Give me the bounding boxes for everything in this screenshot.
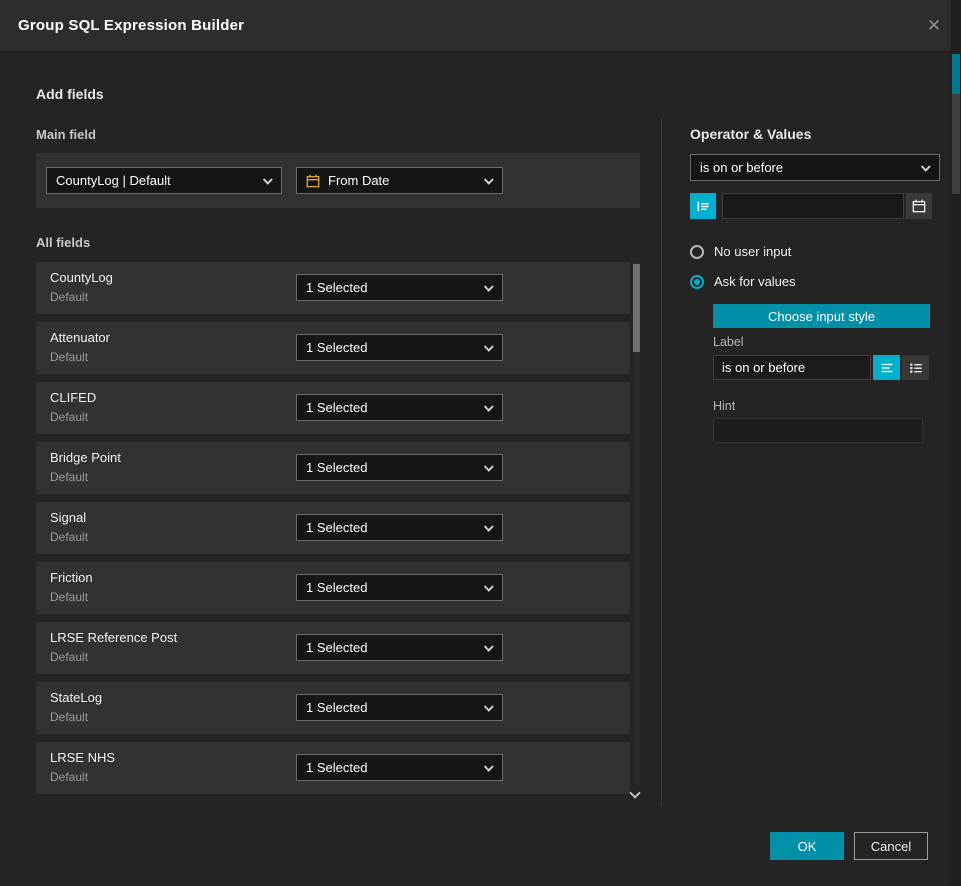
field-name: Friction bbox=[50, 570, 93, 585]
field-subtitle: Default bbox=[50, 410, 88, 424]
scroll-down-icon[interactable] bbox=[629, 787, 640, 798]
close-icon[interactable]: ✕ bbox=[921, 13, 947, 39]
field-values-select[interactable]: 1 Selected bbox=[296, 514, 503, 541]
field-name: Signal bbox=[50, 510, 86, 525]
field-values-select[interactable]: 1 Selected bbox=[296, 754, 503, 781]
field-row: Friction Default 1 Selected bbox=[36, 562, 630, 614]
list-scrollbar-thumb[interactable] bbox=[633, 264, 640, 352]
field-values-select[interactable]: 1 Selected bbox=[296, 694, 503, 721]
field-values-select[interactable]: 1 Selected bbox=[296, 334, 503, 361]
radio-label: Ask for values bbox=[714, 274, 796, 289]
dialog-header: Group SQL Expression Builder bbox=[0, 0, 961, 52]
field-values-select[interactable]: 1 Selected bbox=[296, 574, 503, 601]
chevron-down-icon bbox=[484, 642, 494, 652]
main-date-field-select-value: From Date bbox=[328, 173, 478, 188]
field-values-select[interactable]: 1 Selected bbox=[296, 394, 503, 421]
label-input[interactable] bbox=[713, 355, 871, 380]
calendar-icon bbox=[306, 174, 320, 188]
field-row: Signal Default 1 Selected bbox=[36, 502, 630, 554]
chevron-down-icon bbox=[921, 162, 931, 172]
chevron-down-icon bbox=[484, 762, 494, 772]
main-layer-select-value: CountyLog | Default bbox=[56, 173, 257, 188]
radio-ask-for-values[interactable]: Ask for values bbox=[690, 274, 796, 289]
list-style-button[interactable] bbox=[902, 355, 929, 380]
radio-circle-icon bbox=[690, 275, 704, 289]
field-subtitle: Default bbox=[50, 530, 88, 544]
ok-button[interactable]: OK bbox=[770, 832, 844, 860]
chevron-down-icon bbox=[484, 402, 494, 412]
cancel-button[interactable]: Cancel bbox=[854, 832, 928, 860]
date-picker-button[interactable] bbox=[906, 193, 932, 219]
field-values-select[interactable]: 1 Selected bbox=[296, 274, 503, 301]
field-subtitle: Default bbox=[50, 290, 88, 304]
chevron-down-icon bbox=[484, 282, 494, 292]
field-row: CLIFED Default 1 Selected bbox=[36, 382, 630, 434]
field-values-select[interactable]: 1 Selected bbox=[296, 634, 503, 661]
field-row: LRSE Reference Post Default 1 Selected bbox=[36, 622, 630, 674]
selected-count: 1 Selected bbox=[306, 700, 478, 715]
selected-count: 1 Selected bbox=[306, 460, 478, 475]
dialog-scrollbar-accent bbox=[952, 54, 960, 94]
field-row: Bridge Point Default 1 Selected bbox=[36, 442, 630, 494]
field-row: CountyLog Default 1 Selected bbox=[36, 262, 630, 314]
main-field-label: Main field bbox=[36, 127, 96, 142]
field-subtitle: Default bbox=[50, 590, 88, 604]
radio-circle-icon bbox=[690, 245, 704, 259]
operator-select[interactable]: is on or before bbox=[690, 154, 940, 181]
chevron-down-icon bbox=[484, 175, 494, 185]
main-date-field-select[interactable]: From Date bbox=[296, 167, 503, 194]
field-name: Bridge Point bbox=[50, 450, 121, 465]
field-subtitle: Default bbox=[50, 470, 88, 484]
radio-label: No user input bbox=[714, 244, 791, 259]
chevron-down-icon bbox=[484, 522, 494, 532]
field-name: CountyLog bbox=[50, 270, 113, 285]
selected-count: 1 Selected bbox=[306, 340, 478, 355]
field-name: LRSE Reference Post bbox=[50, 630, 177, 645]
chevron-down-icon bbox=[484, 582, 494, 592]
chevron-down-icon bbox=[484, 342, 494, 352]
field-row: StateLog Default 1 Selected bbox=[36, 682, 630, 734]
field-subtitle: Default bbox=[50, 350, 88, 364]
field-values-select[interactable]: 1 Selected bbox=[296, 454, 503, 481]
section-divider bbox=[661, 118, 662, 806]
field-name: StateLog bbox=[50, 690, 102, 705]
chevron-down-icon bbox=[263, 175, 273, 185]
align-left-icon bbox=[880, 361, 894, 375]
field-name: LRSE NHS bbox=[50, 750, 115, 765]
field-subtitle: Default bbox=[50, 710, 88, 724]
all-fields-label: All fields bbox=[36, 235, 90, 250]
bullet-list-icon bbox=[909, 361, 923, 375]
main-layer-select[interactable]: CountyLog | Default bbox=[46, 167, 282, 194]
label-caption: Label bbox=[713, 335, 744, 349]
dialog-title: Group SQL Expression Builder bbox=[18, 17, 244, 34]
hint-caption: Hint bbox=[713, 399, 735, 413]
calendar-icon bbox=[912, 199, 926, 213]
selected-count: 1 Selected bbox=[306, 640, 478, 655]
field-row: Attenuator Default 1 Selected bbox=[36, 322, 630, 374]
add-fields-heading: Add fields bbox=[36, 86, 104, 102]
field-name: Attenuator bbox=[50, 330, 110, 345]
choose-input-style-button[interactable]: Choose input style bbox=[713, 304, 930, 328]
hint-input[interactable] bbox=[713, 418, 923, 443]
operator-values-heading: Operator & Values bbox=[690, 126, 811, 142]
field-subtitle: Default bbox=[50, 770, 88, 784]
selected-count: 1 Selected bbox=[306, 280, 478, 295]
group-sql-expression-builder-dialog: Group SQL Expression Builder ✕ Add field… bbox=[0, 0, 961, 886]
selected-count: 1 Selected bbox=[306, 400, 478, 415]
chevron-down-icon bbox=[484, 702, 494, 712]
selected-count: 1 Selected bbox=[306, 760, 478, 775]
use-field-value-button[interactable] bbox=[690, 193, 716, 219]
field-subtitle: Default bbox=[50, 650, 88, 664]
chevron-down-icon bbox=[484, 462, 494, 472]
single-line-style-button[interactable] bbox=[873, 355, 900, 380]
radio-no-user-input[interactable]: No user input bbox=[690, 244, 791, 259]
operator-select-value: is on or before bbox=[700, 160, 915, 175]
field-name: CLIFED bbox=[50, 390, 96, 405]
field-lines-icon bbox=[696, 199, 711, 214]
selected-count: 1 Selected bbox=[306, 580, 478, 595]
selected-count: 1 Selected bbox=[306, 520, 478, 535]
field-row: LRSE NHS Default 1 Selected bbox=[36, 742, 630, 794]
value-input[interactable] bbox=[722, 193, 904, 219]
